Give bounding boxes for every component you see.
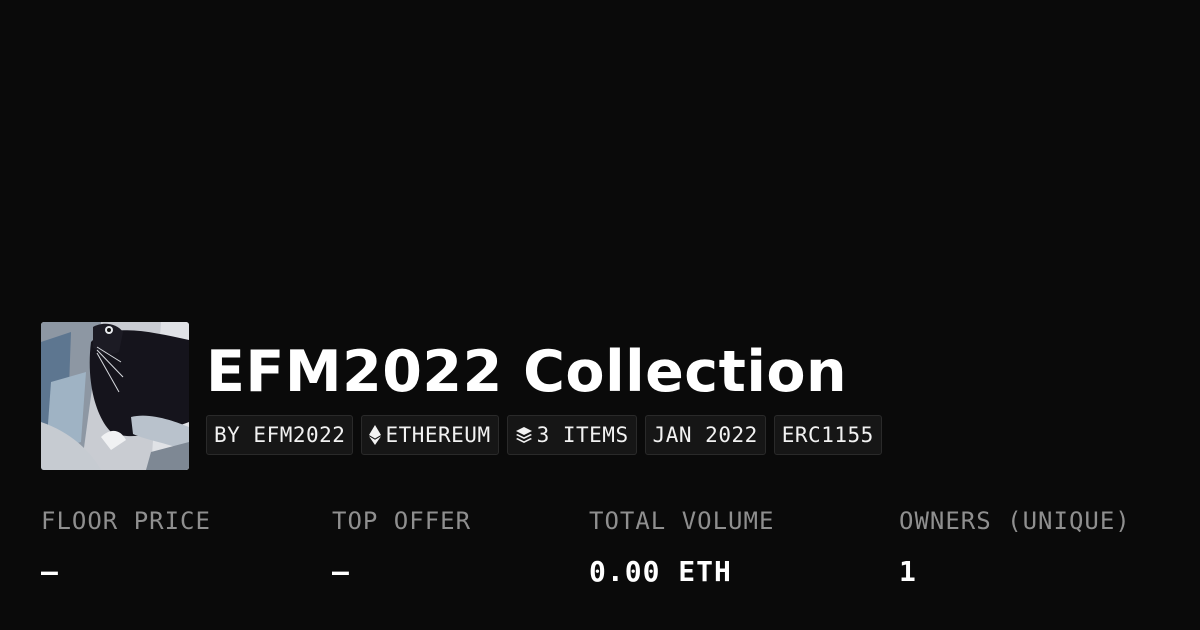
total-volume-stat: TOTAL VOLUME 0.00 ETH <box>589 503 774 590</box>
creator-label: BY EFM2022 <box>214 423 346 447</box>
ethereum-icon <box>369 425 382 445</box>
chain-label: ETHEREUM <box>385 423 491 447</box>
top-offer-stat: TOP OFFER — <box>332 503 471 590</box>
collection-avatar <box>41 322 189 470</box>
cat-artwork-image <box>41 322 189 470</box>
date-label: JAN 2022 <box>652 423 758 447</box>
items-label: 3 ITEMS <box>536 423 629 447</box>
top-offer-value: — <box>332 555 350 588</box>
total-volume-label: TOTAL VOLUME <box>589 507 775 535</box>
collection-card: EFM2022 Collection BY EFM2022 ETHEREUM 3… <box>0 0 1200 630</box>
owners-stat: OWNERS (UNIQUE) 1 <box>899 503 1131 590</box>
standard-label: ERC1155 <box>781 423 874 447</box>
date-tag: JAN 2022 <box>644 415 766 455</box>
floor-price-value: — <box>41 555 59 588</box>
layers-icon <box>515 426 533 444</box>
owners-label: OWNERS (UNIQUE) <box>899 507 1131 535</box>
collection-tags: BY EFM2022 ETHEREUM 3 ITEMS JAN 2022 ERC… <box>206 415 882 455</box>
standard-tag: ERC1155 <box>773 415 882 455</box>
collection-title: EFM2022 Collection <box>206 339 848 405</box>
floor-price-stat: FLOOR PRICE — <box>41 503 211 590</box>
top-offer-label: TOP OFFER <box>332 507 472 535</box>
owners-value: 1 <box>899 555 917 588</box>
floor-price-label: FLOOR PRICE <box>41 507 211 535</box>
total-volume-value: 0.00 ETH <box>589 555 732 588</box>
chain-tag[interactable]: ETHEREUM <box>361 415 499 455</box>
items-tag[interactable]: 3 ITEMS <box>506 415 637 455</box>
creator-tag[interactable]: BY EFM2022 <box>206 415 354 455</box>
